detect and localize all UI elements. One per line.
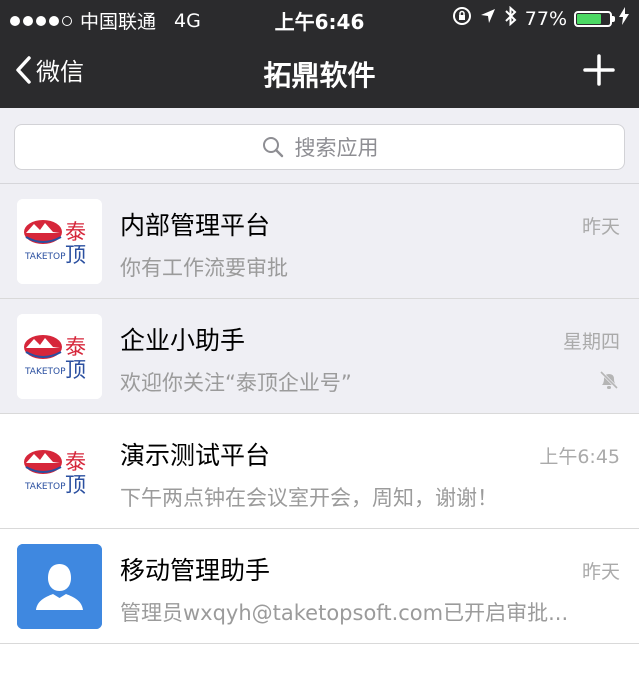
chat-name: 演示测试平台	[120, 441, 271, 470]
page-title: 拓鼎软件	[263, 59, 376, 92]
logo-cn-bottom: 顶	[65, 243, 86, 267]
plus-icon	[583, 54, 615, 86]
status-bar: 中国联通 4G 上午6:46 77%	[0, 0, 639, 36]
taketop-logo-icon: 泰 TAKETOP 顶	[17, 314, 102, 399]
chat-name: 企业小助手	[120, 326, 246, 355]
chat-time: 昨天	[581, 216, 620, 238]
search-placeholder: 搜索应用	[294, 136, 379, 160]
chat-row-mobile-management[interactable]: 移动管理助手 昨天 管理员wxqyh@taketopsoft.com已开启审批.…	[0, 529, 639, 644]
logo-cn-top: 泰	[65, 335, 86, 359]
logo-en: TAKETOP	[24, 367, 66, 377]
avatar: 泰 TAKETOP 顶	[17, 314, 102, 399]
battery-fill	[577, 13, 602, 24]
bluetooth-icon	[504, 5, 518, 31]
chat-name: 内部管理平台	[120, 211, 271, 240]
avatar: 泰 TAKETOP 顶	[17, 429, 102, 514]
logo-cn-top: 泰	[65, 450, 86, 474]
chat-preview: 你有工作流要审批	[120, 256, 288, 280]
battery-icon	[574, 10, 615, 27]
logo-en: TAKETOP	[24, 252, 66, 262]
logo-cn-bottom: 顶	[65, 358, 86, 382]
chat-row-internal-management[interactable]: 泰 TAKETOP 顶 内部管理平台 昨天 你有工作流要审批	[0, 184, 639, 299]
logo-en: TAKETOP	[24, 482, 66, 492]
chat-preview: 下午两点钟在会议室开会，周知，谢谢！	[120, 486, 498, 510]
chat-row-enterprise-assistant[interactable]: 泰 TAKETOP 顶 企业小助手 星期四 欢迎你关注“泰顶企业号”	[0, 299, 639, 414]
avatar: 泰 TAKETOP 顶	[17, 199, 102, 284]
avatar	[17, 544, 102, 629]
chat-list: 泰 TAKETOP 顶 内部管理平台 昨天 你有工作流要审批 泰 TAKETOP…	[0, 184, 639, 644]
default-user-icon	[17, 544, 102, 629]
logo-cn-top: 泰	[65, 220, 86, 244]
chat-name: 移动管理助手	[120, 556, 271, 585]
charging-icon	[619, 7, 629, 30]
status-right: 77%	[452, 5, 629, 31]
chat-time: 上午6:45	[539, 446, 620, 468]
orientation-lock-icon	[452, 6, 472, 31]
search-area: 搜索应用	[0, 108, 639, 184]
add-button[interactable]	[583, 54, 615, 90]
chat-time: 星期四	[562, 331, 620, 353]
muted-bell-icon	[598, 369, 620, 395]
taketop-logo-icon: 泰 TAKETOP 顶	[17, 429, 102, 514]
battery-percent: 77%	[524, 7, 567, 30]
taketop-logo-icon: 泰 TAKETOP 顶	[17, 199, 102, 284]
chat-time: 昨天	[581, 561, 620, 583]
search-icon	[262, 137, 283, 158]
location-icon	[479, 7, 497, 30]
chat-row-demo-test[interactable]: 泰 TAKETOP 顶 演示测试平台 上午6:45 下午两点钟在会议室开会，周知…	[0, 414, 639, 529]
chat-preview: 管理员wxqyh@taketopsoft.com已开启审批...	[120, 601, 569, 625]
search-input[interactable]: 搜索应用	[14, 124, 625, 170]
nav-bar: 微信 拓鼎软件	[0, 36, 639, 108]
chat-preview: 欢迎你关注“泰顶企业号”	[120, 371, 352, 395]
logo-cn-bottom: 顶	[65, 473, 86, 497]
